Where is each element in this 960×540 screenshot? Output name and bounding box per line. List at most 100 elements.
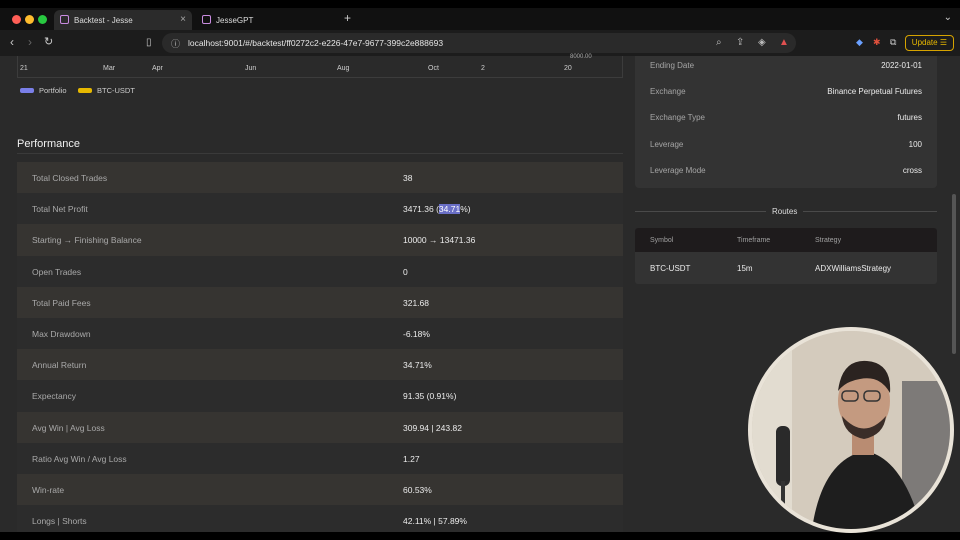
chevron-down-icon[interactable]: ⌄ [944,12,952,23]
back-arrow-icon[interactable]: ‹ [10,35,14,49]
reload-icon[interactable]: ↻ [44,35,53,48]
legend-label: BTC-USDT [97,86,135,95]
jesse-favicon-icon [60,15,69,24]
table-row: Total Closed Trades 38 [17,162,623,194]
metric-value: 91.35 (0.91%) [403,391,457,402]
metric-value: 10000 → 13471.36 [403,235,476,246]
tab-jessegpt[interactable]: JesseGPT [196,10,334,30]
table-row: Ratio Avg Win / Avg Loss 1.27 [17,442,623,474]
x-tick-label: 20 [564,65,572,72]
performance-table: Total Closed Trades 38 Total Net Profit 34… [17,162,623,537]
metric-value: 0 [403,266,408,277]
info-value: cross [902,166,922,175]
route-timeframe: 15m [737,264,753,273]
x-tick-label: Oct [428,65,439,72]
metric-value: 1.27 [403,453,420,464]
backtest-info-card: Ending Date 2022-01-01 Exchange Binance Pe… [635,56,937,188]
jesse-favicon-icon [202,15,211,24]
x-tick-label: Aug [337,65,350,72]
x-tick-label: 21 [20,65,28,72]
legend-portfolio[interactable]: Portfolio [20,86,67,95]
route-strategy: ADXWilliamsStrategy [815,264,892,273]
zoom-icon[interactable]: ⌕ [716,37,722,48]
bookmark-icon[interactable]: ▯ [146,37,152,48]
brave-shield-icon[interactable]: ◈ [758,37,766,48]
share-icon[interactable]: ⇪ [736,37,744,48]
y-tick-label: 8000.00 [570,54,592,60]
metric-value: 34.71% [403,360,432,371]
page-scrollbar[interactable] [952,194,956,354]
info-value: 100 [908,140,922,149]
route-symbol: BTC-USDT [650,264,691,273]
zoom-window-button[interactable] [38,15,47,24]
close-window-button[interactable] [12,15,21,24]
forward-arrow-icon[interactable]: › [28,35,32,49]
info-label: Exchange [650,87,686,96]
table-row: Avg Win | Avg Loss 309.94 | 243.82 [17,411,623,443]
table-row: Expectancy 91.35 (0.91%) [17,380,623,412]
info-label: Leverage Mode [650,166,706,175]
metric-label: Open Trades [32,266,82,277]
table-row: Starting → Finishing Balance 10000 → 1347… [17,224,623,256]
column-header-timeframe: Timeframe [737,237,771,244]
table-row: Win-rate 60.53% [17,473,623,506]
table-row: Annual Return 34.71% [17,349,623,381]
column-header-symbol: Symbol [650,237,674,244]
info-label: Ending Date [650,61,695,70]
screen-bottom-edge [0,532,960,540]
metric-value: 38 [403,173,413,183]
tab-bar: Backtest - Jesse × JesseGPT + ⌄ [0,8,960,30]
routes-title: Routes [766,207,804,216]
webcam-overlay [748,327,954,533]
rewards-icon[interactable]: ▲ [779,37,789,48]
minimize-window-button[interactable] [25,15,34,24]
legend-label: Portfolio [39,86,67,95]
new-tab-plus-icon[interactable]: + [344,11,351,25]
metric-label: Total Net Profit [32,204,88,215]
selected-text[interactable]: 34.71 [438,204,461,215]
metric-value: 42.11% | 57.89% [403,516,467,527]
legend-btc-usdt[interactable]: BTC-USDT [78,86,135,95]
tab-title: Backtest - Jesse [74,15,133,25]
extensions-puzzle-icon[interactable]: ⧉ [890,37,896,48]
navigation-bar: ‹ › ↻ ▯ ⓘ localhost:9001/#/backtest/ff02… [0,30,960,56]
url-text[interactable]: localhost:9001/#/backtest/ff0272c2-e226-… [188,38,443,48]
metric-label: Max Drawdown [32,328,91,339]
x-tick-label: Mar [103,65,116,72]
metric-label: Expectancy [32,391,76,402]
metric-label: Avg Win | Avg Loss [32,422,105,433]
metric-value: -6.18% [403,328,430,339]
metric-value: 3471.36 (34.71%) [403,204,471,215]
extension-icon[interactable]: ◆ [856,37,863,48]
address-bar[interactable]: ⓘ localhost:9001/#/backtest/ff0272c2-e22… [162,33,796,53]
info-label: Leverage [650,140,684,149]
metric-label: Win-rate [32,484,65,495]
legend-swatch [20,88,34,93]
column-header-strategy: Strategy [815,237,842,244]
metric-label: Ratio Avg Win / Avg Loss [32,453,127,464]
info-value: futures [897,113,922,122]
metric-label: Annual Return [32,360,87,371]
metric-label: Total Paid Fees [32,297,91,308]
metric-value-part: 3471.36 ( [403,204,439,215]
extension-maple-icon[interactable]: ✱ [873,37,881,48]
metric-label: Starting → Finishing Balance [32,235,142,246]
legend-swatch [78,88,92,93]
metric-value: 321.68 [403,297,429,308]
equity-chart: 8000.00 21 Mar Apr Jun Aug Oct 2 20 [17,54,623,78]
tab-title: JesseGPT [216,15,254,25]
update-button[interactable]: Update ☰ [904,35,954,51]
metric-label: Total Closed Trades [32,173,108,183]
info-value: 2022-01-01 [881,61,922,70]
presenter-video-icon [752,331,950,529]
x-tick-label: 2 [481,65,485,72]
performance-title: Performance [17,138,80,150]
table-row: Total Paid Fees 321.68 [17,286,623,318]
routes-header: Symbol Timeframe Strategy [635,228,937,252]
info-value: Binance Perpetual Futures [827,87,922,96]
routes-table: Symbol Timeframe Strategy BTC-USDT 15m A… [635,228,937,284]
close-icon[interactable]: × [180,14,186,25]
site-info-icon[interactable]: ⓘ [171,37,180,50]
tab-backtest[interactable]: Backtest - Jesse × [54,10,192,30]
section-divider [17,153,623,154]
